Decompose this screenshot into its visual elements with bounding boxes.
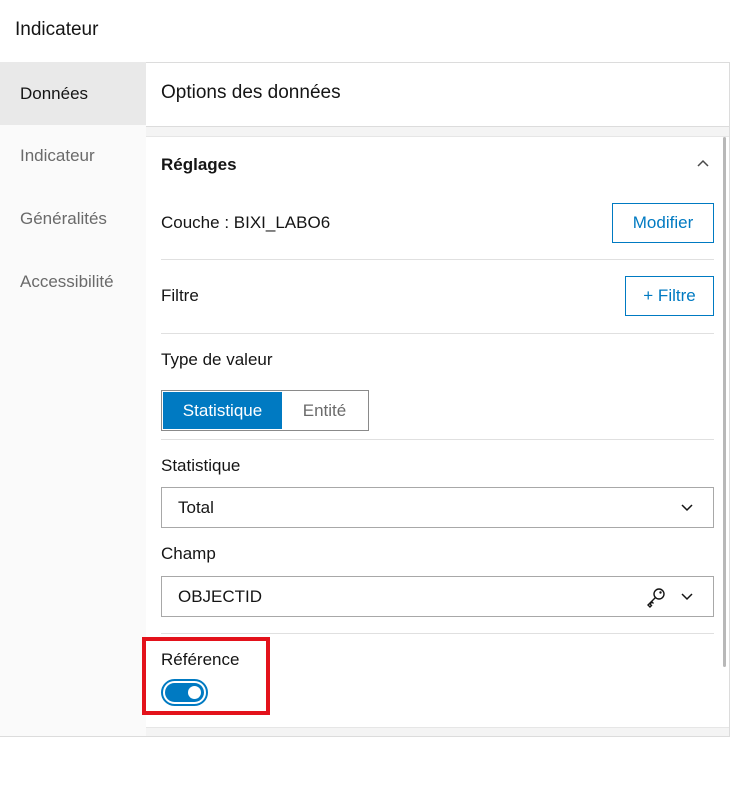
statistic-select-value: Total: [178, 498, 214, 517]
statistic-select[interactable]: Total: [161, 487, 714, 528]
chevron-down-icon: [681, 504, 693, 512]
divider: [161, 439, 714, 440]
field-select[interactable]: OBJECTID: [161, 576, 714, 617]
divider: [161, 633, 714, 634]
scrollbar[interactable]: [723, 137, 726, 667]
reference-toggle[interactable]: [161, 679, 208, 706]
settings-section-title[interactable]: Réglages: [161, 155, 237, 175]
field-select-value: OBJECTID: [178, 587, 263, 606]
value-type-label: Type de valeur: [161, 350, 273, 369]
chevron-up-icon[interactable]: [697, 159, 709, 167]
key-icon: [647, 588, 665, 608]
layer-label: Couche : BIXI_LABO6: [161, 213, 331, 232]
sidebar-item-indicateur[interactable]: Indicateur: [0, 124, 146, 187]
value-type-option-entite[interactable]: Entité: [282, 392, 367, 429]
main-panel: Options des données Réglages Couche : BI…: [146, 62, 730, 737]
sidebar-item-donnees[interactable]: Données: [0, 62, 146, 125]
reference-label: Référence: [161, 650, 240, 669]
modify-layer-button[interactable]: Modifier: [612, 203, 714, 243]
toggle-knob: [188, 686, 201, 699]
filter-label: Filtre: [161, 286, 199, 305]
value-type-segmented-control: Statistique Entité: [161, 390, 369, 431]
chevron-down-icon: [681, 593, 693, 601]
add-filter-button[interactable]: + Filtre: [625, 276, 714, 316]
field-label: Champ: [161, 544, 216, 563]
settings-panel: Réglages Couche : BIXI_LABO6 Modifier Fi…: [146, 136, 729, 728]
statistic-label: Statistique: [161, 456, 241, 475]
panel-title: Indicateur: [15, 19, 99, 40]
sidebar-item-generalites[interactable]: Généralités: [0, 187, 146, 250]
main-header: Options des données: [146, 63, 729, 127]
toggle-track: [165, 683, 204, 702]
main-title: Options des données: [161, 82, 341, 103]
divider: [161, 259, 714, 260]
sidebar-item-accessibilite[interactable]: Accessibilité: [0, 250, 146, 313]
value-type-option-statistique[interactable]: Statistique: [163, 392, 282, 429]
sidebar: Données Indicateur Généralités Accessibi…: [0, 62, 146, 737]
divider: [161, 333, 714, 334]
